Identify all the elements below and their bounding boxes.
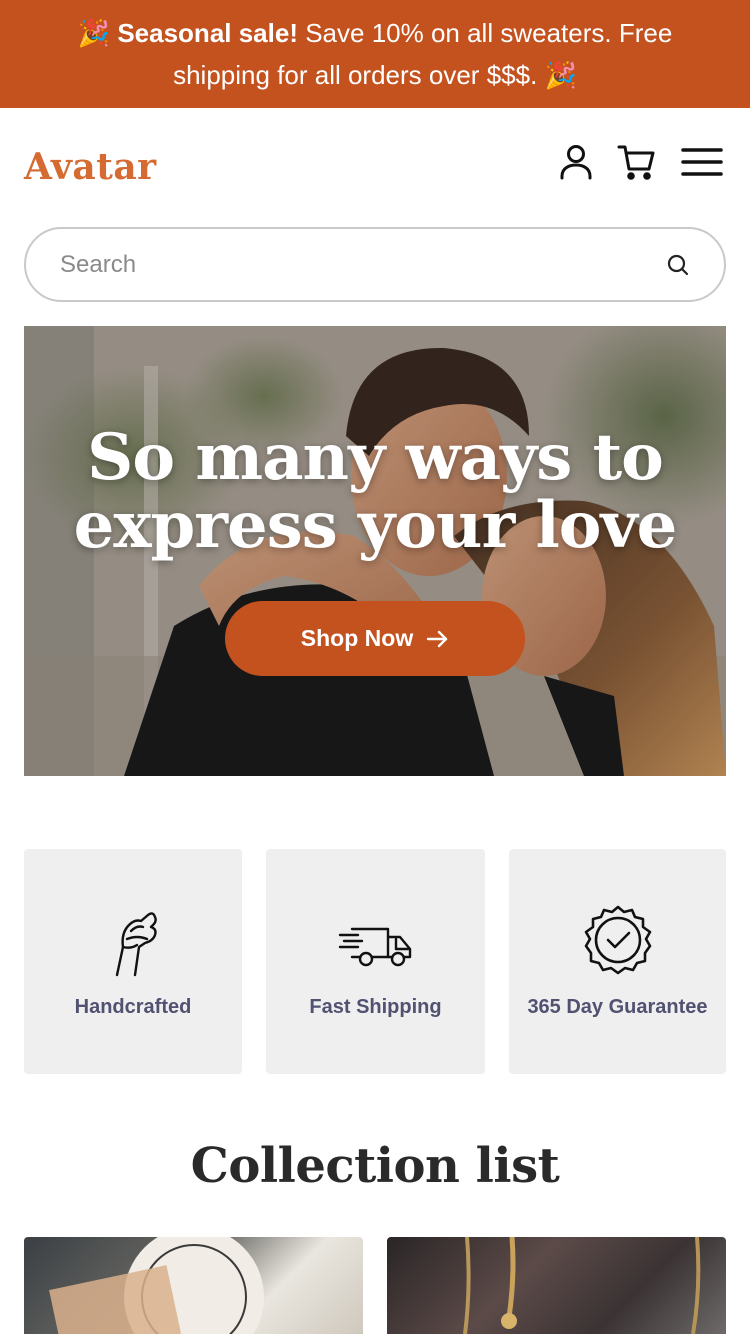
search-bar (24, 227, 726, 302)
feature-fast-shipping: Fast Shipping (266, 849, 485, 1074)
hand-icon (115, 912, 157, 977)
announcement-bold: Seasonal sale! (117, 18, 298, 48)
collection-title: Collection list (190, 1138, 560, 1194)
collection-card[interactable] (24, 1237, 363, 1334)
logo[interactable]: Avatar (24, 146, 157, 188)
account-icon[interactable] (556, 142, 596, 182)
feature-label-guarantee: 365 Day Guarantee (527, 996, 708, 1018)
announcement-bar: 🎉 Seasonal sale! Save 10% on all sweater… (0, 0, 750, 108)
menu-icon[interactable] (680, 142, 724, 182)
hero-title: So many ways to express your love (73, 420, 678, 563)
hero-banner: So many ways to express your love Shop N… (24, 326, 726, 776)
feature-handcrafted: Handcrafted (24, 849, 242, 1074)
collection-card[interactable] (387, 1237, 726, 1334)
party-emoji: 🎉 (77, 18, 111, 48)
shop-now-button[interactable]: Shop Now (225, 601, 525, 676)
announcement-text: 🎉 Seasonal sale! Save 10% on all sweater… (40, 12, 710, 96)
site-header: Avatar (0, 108, 750, 218)
collection-image (49, 1237, 264, 1334)
badge-check-icon (584, 905, 651, 975)
search-icon[interactable] (666, 253, 690, 277)
feature-guarantee: 365 Day Guarantee (509, 849, 726, 1074)
shop-now-label: Shop Now (300, 625, 414, 651)
cart-icon[interactable] (616, 142, 656, 182)
feature-label-fast-shipping: Fast Shipping (309, 996, 442, 1018)
truck-icon (338, 927, 411, 967)
arrow-right-icon (427, 630, 448, 647)
collection-image (463, 1237, 701, 1334)
party-emoji-end: 🎉 (544, 60, 577, 90)
feature-label-handcrafted: Handcrafted (74, 996, 192, 1018)
search-input[interactable] (60, 229, 640, 300)
